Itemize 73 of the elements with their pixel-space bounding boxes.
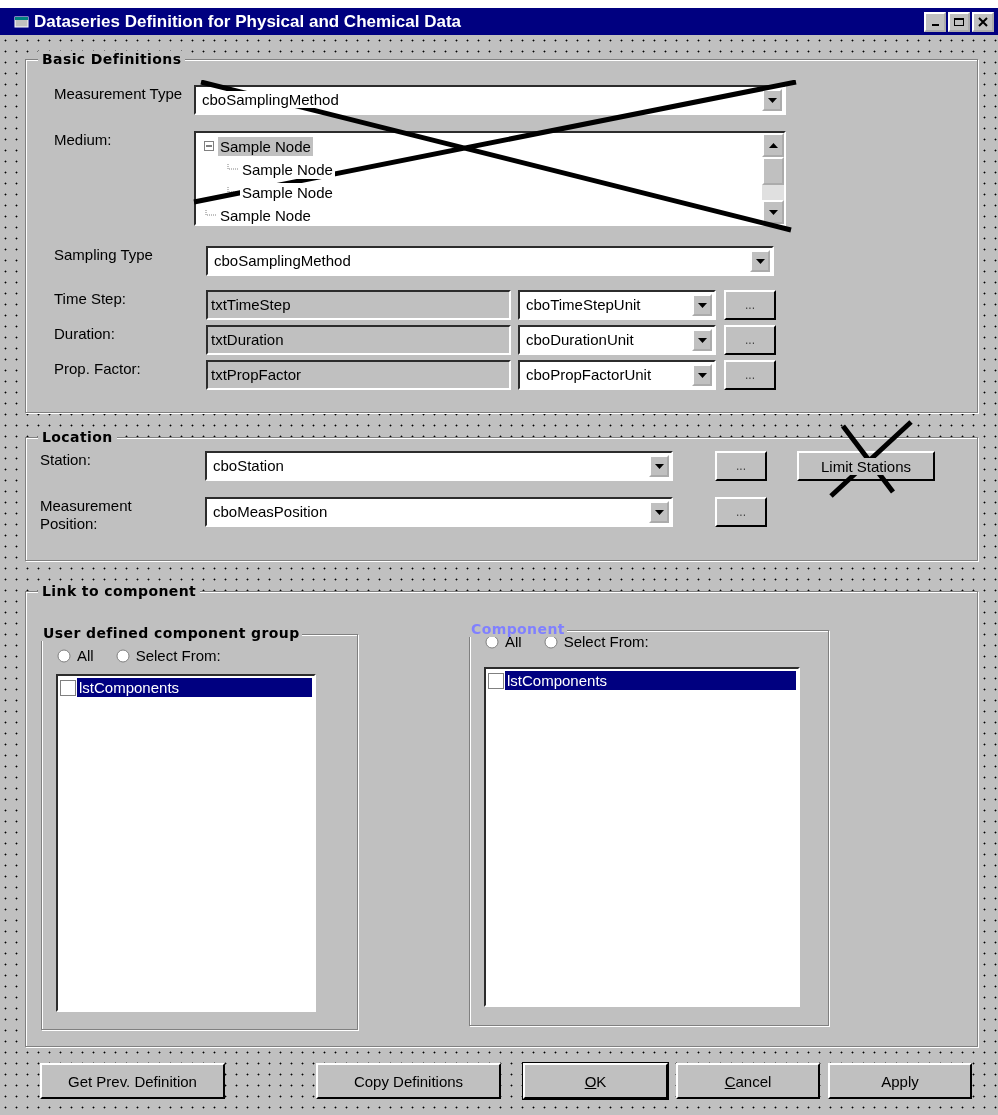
close-button[interactable]	[972, 11, 994, 32]
radio-button[interactable]	[115, 648, 130, 663]
group-title: Location	[38, 429, 117, 445]
caret-down-icon	[697, 372, 707, 378]
list-item[interactable]: lstComponents	[77, 678, 312, 697]
text-field[interactable]: txtPropFactor	[206, 360, 511, 390]
scrollbar[interactable]	[762, 133, 784, 224]
minimize-button[interactable]	[924, 11, 946, 32]
limit-stations-button[interactable]: Limit Stations	[797, 451, 935, 481]
collapse-icon[interactable]	[204, 141, 215, 152]
field-label: Measurement Type	[54, 85, 184, 103]
dropdown-field[interactable]: cboStation	[205, 451, 673, 481]
caret-up-icon	[768, 142, 778, 148]
dropdown-arrow-button[interactable]	[649, 501, 669, 523]
caret-down-icon	[697, 337, 707, 343]
window-icon	[14, 14, 30, 29]
caret-down-icon	[767, 97, 777, 103]
caret-down-icon	[697, 302, 707, 308]
list-box[interactable]: lstComponents	[56, 674, 316, 1012]
text-field[interactable]: txtTimeStep	[206, 290, 511, 320]
dropdown-arrow-button[interactable]	[692, 294, 712, 316]
field-label: Sampling Type	[54, 246, 154, 264]
dropdown-arrow-button[interactable]	[692, 329, 712, 351]
field-label: Station:	[40, 451, 92, 469]
browse-button[interactable]: ...	[715, 451, 767, 481]
radio-button[interactable]	[57, 648, 71, 663]
dropdown-field[interactable]: cboMeasPosition	[205, 497, 673, 527]
checkbox[interactable]	[488, 672, 504, 689]
tree-view[interactable]: Sample Node Sample Node Sample Node Sample Node	[194, 131, 786, 226]
dialog-button[interactable]: OK	[523, 1063, 668, 1099]
dialog-button[interactable]: Copy Definitions	[316, 1063, 501, 1099]
dropdown-arrow-button[interactable]	[762, 89, 782, 111]
caret-down-icon	[654, 509, 664, 515]
dropdown-arrow-button[interactable]	[750, 250, 770, 272]
dropdown-arrow-button[interactable]	[692, 364, 712, 386]
list-item[interactable]: lstComponents	[505, 671, 796, 690]
dialog-button[interactable]: Get Prev. Definition	[40, 1063, 225, 1099]
dropdown-field[interactable]: cboSamplingMethod	[206, 246, 774, 276]
field-label: Medium:	[54, 131, 113, 149]
radio-option[interactable]: All	[57, 647, 94, 664]
dialog-button[interactable]: Apply	[828, 1063, 972, 1099]
group-title: Component	[469, 621, 567, 637]
field-label: Measurement Position:	[40, 497, 133, 533]
browse-button[interactable]: ...	[724, 325, 776, 355]
group-title: Basic Definitions	[38, 51, 186, 67]
browse-button[interactable]: ...	[724, 360, 776, 390]
dropdown-field[interactable]: cboTimeStepUnit	[518, 290, 716, 320]
caret-down-icon	[755, 258, 765, 264]
maximize-button[interactable]	[948, 11, 970, 32]
window-title: Dataseries Definition for Physical and Chemical Data	[34, 11, 463, 32]
group-title: Link to component	[38, 583, 201, 599]
tree-node[interactable]: Sample Node	[240, 183, 335, 202]
dropdown-field[interactable]: cboDurationUnit	[518, 325, 716, 355]
dialog-button[interactable]: Cancel	[676, 1063, 820, 1099]
list-box[interactable]: lstComponents	[484, 667, 800, 1007]
group-title: User defined component group	[41, 625, 302, 641]
caret-down-icon	[768, 209, 778, 215]
caret-down-icon	[654, 463, 664, 469]
tree-node[interactable]: Sample Node	[218, 137, 313, 156]
dropdown-field[interactable]: cboSamplingMethod	[194, 85, 786, 115]
field-label: Duration:	[54, 325, 116, 343]
browse-button[interactable]: ...	[715, 497, 767, 527]
dropdown-field[interactable]: cboPropFactorUnit	[518, 360, 716, 390]
browse-button[interactable]: ...	[724, 290, 776, 320]
minimize-icon	[931, 23, 939, 26]
field-label: Prop. Factor:	[54, 360, 142, 378]
text-field[interactable]: txtDuration	[206, 325, 511, 355]
dropdown-arrow-button[interactable]	[649, 455, 669, 477]
radio-option[interactable]: Select From:	[115, 647, 221, 664]
close-icon	[977, 16, 989, 27]
field-label: Time Step:	[54, 290, 127, 308]
checkbox[interactable]	[60, 679, 76, 696]
maximize-icon	[953, 16, 965, 27]
